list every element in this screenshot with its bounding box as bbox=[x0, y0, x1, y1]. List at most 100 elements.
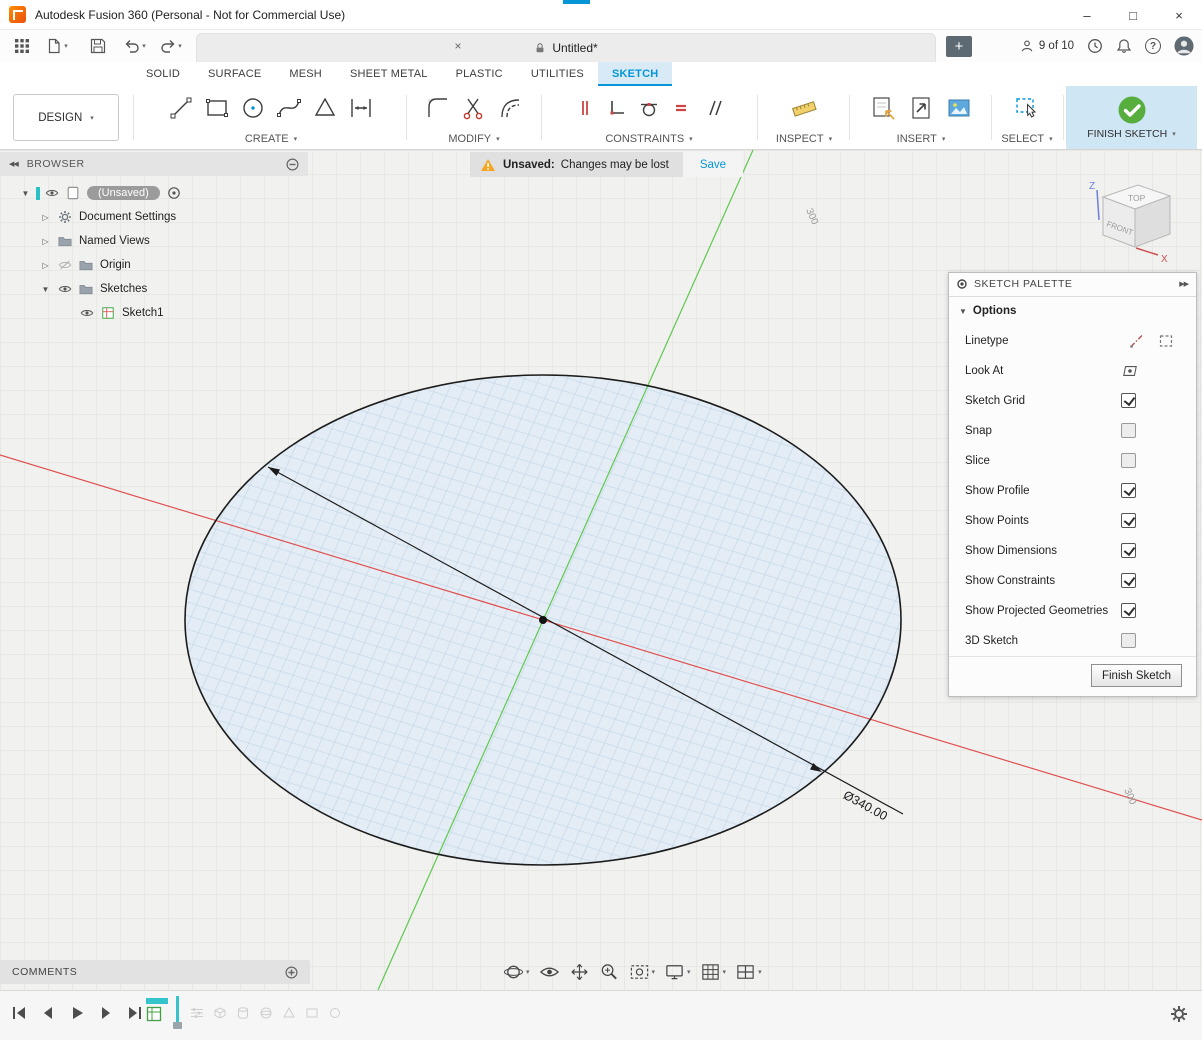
ribbon-tab-plastic[interactable]: PLASTIC bbox=[442, 62, 517, 86]
fillet-tool-icon[interactable] bbox=[425, 95, 451, 121]
browser-item-named-views[interactable]: ▷ Named Views bbox=[0, 229, 308, 253]
3d-sketch-checkbox[interactable] bbox=[1121, 633, 1136, 648]
circle-center-point[interactable] bbox=[539, 616, 547, 624]
browser-item-sketch1[interactable]: Sketch1 bbox=[0, 301, 308, 325]
timeline-go-to-start-button[interactable] bbox=[10, 1004, 28, 1022]
show-points-checkbox[interactable] bbox=[1121, 513, 1136, 528]
polygon-tool-icon[interactable] bbox=[312, 95, 338, 121]
slice-checkbox[interactable] bbox=[1121, 453, 1136, 468]
coincident-constraint-icon[interactable] bbox=[575, 98, 595, 118]
tree-collapsed-icon[interactable]: ▷ bbox=[40, 213, 51, 222]
measure-tool-icon[interactable] bbox=[791, 95, 817, 121]
redo-button[interactable]: ▾ bbox=[156, 34, 186, 58]
app-launcher-icon[interactable] bbox=[10, 34, 34, 58]
viewcube[interactable]: Z X TOP FRONT bbox=[1089, 181, 1170, 265]
select-dropdown[interactable]: SELECT▾ bbox=[1001, 129, 1052, 149]
undo-button[interactable]: ▾ bbox=[120, 34, 150, 58]
insert-dropdown[interactable]: INSERT▾ bbox=[897, 129, 946, 149]
sketch-palette-header[interactable]: SKETCH PALETTE ▶▶ bbox=[949, 273, 1196, 297]
timeline-play-button[interactable] bbox=[68, 1004, 86, 1022]
minimize-button[interactable]: – bbox=[1064, 0, 1110, 30]
close-button[interactable]: × bbox=[1156, 0, 1202, 30]
new-tab-button[interactable]: + bbox=[946, 36, 972, 57]
select-tool-icon[interactable] bbox=[1014, 95, 1040, 121]
target-icon[interactable] bbox=[167, 186, 181, 200]
dimension-tool-icon[interactable] bbox=[348, 95, 374, 121]
palette-collapse-icon[interactable]: ▶▶ bbox=[1179, 280, 1188, 288]
document-name[interactable]: (Unsaved) bbox=[87, 186, 160, 200]
orbit-button[interactable]: ▾ bbox=[500, 962, 533, 982]
construction-line-icon[interactable] bbox=[1158, 333, 1174, 349]
visibility-eye-icon[interactable] bbox=[80, 306, 94, 320]
browser-item-document-settings[interactable]: ▷ Document Settings bbox=[0, 205, 308, 229]
show-dimensions-checkbox[interactable] bbox=[1121, 543, 1136, 558]
zoom-button[interactable] bbox=[596, 962, 623, 982]
modify-dropdown[interactable]: MODIFY▾ bbox=[448, 129, 499, 149]
timeline-step-back-button[interactable] bbox=[39, 1004, 57, 1022]
finish-sketch-button[interactable]: FINISH SKETCH▾ bbox=[1066, 86, 1197, 149]
display-settings-button[interactable]: ▾ bbox=[661, 962, 694, 982]
inspect-dropdown[interactable]: INSPECT▾ bbox=[776, 129, 832, 149]
pan-button[interactable] bbox=[566, 962, 593, 982]
viewports-button[interactable]: ▾ bbox=[732, 962, 765, 982]
browser-item-sketches[interactable]: ▼ Sketches bbox=[0, 277, 308, 301]
constraints-dropdown[interactable]: CONSTRAINTS▾ bbox=[605, 129, 692, 149]
visibility-off-icon[interactable] bbox=[58, 258, 72, 272]
options-section-header[interactable]: ▼ Options bbox=[949, 297, 1196, 326]
insert-canvas-icon[interactable] bbox=[908, 95, 934, 121]
tree-expanded-icon[interactable]: ▼ bbox=[40, 285, 51, 294]
finish-sketch-palette-button[interactable]: Finish Sketch bbox=[1091, 664, 1182, 687]
timeline-step-forward-button[interactable] bbox=[97, 1004, 115, 1022]
timeline-sketch1-feature[interactable] bbox=[146, 998, 168, 1022]
browser-minimize-icon[interactable] bbox=[286, 158, 299, 171]
file-menu-button[interactable]: ▾ bbox=[42, 34, 72, 58]
rectangle-tool-icon[interactable] bbox=[204, 95, 230, 121]
fit-button[interactable]: ▾ bbox=[626, 962, 659, 982]
insert-image-icon[interactable] bbox=[946, 95, 972, 121]
equal-constraint-icon[interactable] bbox=[671, 98, 691, 118]
timeline-position-marker[interactable] bbox=[173, 996, 183, 1030]
grid-snaps-button[interactable]: ▾ bbox=[697, 962, 730, 982]
help-button[interactable]: ? bbox=[1145, 38, 1161, 54]
save-link[interactable]: Save bbox=[683, 152, 743, 177]
timeline-go-to-end-button[interactable] bbox=[126, 1004, 144, 1022]
ribbon-tab-sketch[interactable]: SKETCH bbox=[598, 62, 672, 86]
parallel-constraint-icon[interactable] bbox=[703, 98, 723, 118]
show-constraints-checkbox[interactable] bbox=[1121, 573, 1136, 588]
horizontal-vertical-constraint-icon[interactable] bbox=[607, 98, 627, 118]
timeline-settings-gear-icon[interactable] bbox=[1170, 1005, 1188, 1023]
browser-root-item[interactable]: ▼ (Unsaved) bbox=[0, 181, 308, 205]
tangent-constraint-icon[interactable] bbox=[639, 98, 659, 118]
ribbon-tab-solid[interactable]: SOLID bbox=[132, 62, 194, 86]
centerline-icon[interactable] bbox=[1129, 333, 1145, 349]
document-tab[interactable]: Untitled* bbox=[196, 33, 936, 62]
viewport-canvas[interactable]: 300 300 Ø340.00 Z X TOP FRONT ◀◀ bbox=[0, 150, 1202, 990]
show-projected-geometries-checkbox[interactable] bbox=[1121, 603, 1136, 618]
history-clock-button[interactable] bbox=[1087, 38, 1103, 54]
look-at-icon[interactable] bbox=[1122, 363, 1138, 379]
ribbon-tab-mesh[interactable]: MESH bbox=[275, 62, 336, 86]
sketch-grid-checkbox[interactable] bbox=[1121, 393, 1136, 408]
trim-tool-icon[interactable] bbox=[461, 95, 487, 121]
ribbon-tab-sheet-metal[interactable]: SHEET METAL bbox=[336, 62, 442, 86]
visibility-eye-icon[interactable] bbox=[58, 282, 72, 296]
circle-tool-icon[interactable] bbox=[240, 95, 266, 121]
save-button[interactable] bbox=[86, 34, 110, 58]
tree-expanded-icon[interactable]: ▼ bbox=[20, 189, 31, 198]
workspace-selector-button[interactable]: DESIGN ▾ bbox=[13, 94, 119, 141]
add-comment-icon[interactable] bbox=[285, 966, 298, 979]
tree-collapsed-icon[interactable]: ▷ bbox=[40, 237, 51, 246]
browser-collapse-icon[interactable]: ◀◀ bbox=[9, 160, 18, 168]
spline-tool-icon[interactable] bbox=[276, 95, 302, 121]
timeline-marker-grip[interactable] bbox=[173, 1022, 182, 1029]
ribbon-tab-surface[interactable]: SURFACE bbox=[194, 62, 275, 86]
ribbon-tab-utilities[interactable]: UTILITIES bbox=[517, 62, 598, 86]
job-status-button[interactable]: 9 of 10 bbox=[1020, 39, 1074, 53]
insert-svg-icon[interactable] bbox=[870, 95, 896, 121]
comments-bar[interactable]: COMMENTS bbox=[0, 960, 310, 984]
snap-checkbox[interactable] bbox=[1121, 423, 1136, 438]
tree-collapsed-icon[interactable]: ▷ bbox=[40, 261, 51, 270]
show-profile-checkbox[interactable] bbox=[1121, 483, 1136, 498]
look-at-button[interactable] bbox=[536, 962, 563, 982]
browser-item-origin[interactable]: ▷ Origin bbox=[0, 253, 308, 277]
